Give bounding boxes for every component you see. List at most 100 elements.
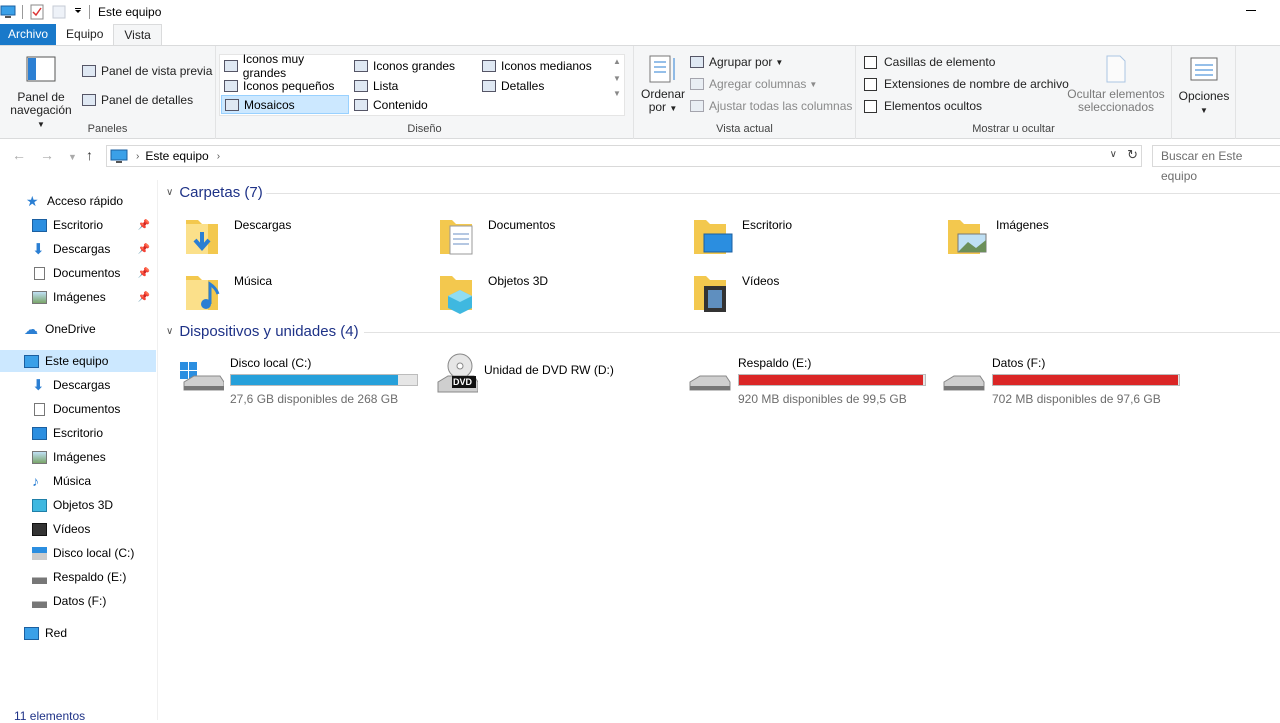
navigation-row: ← → ▼ ↑ › Este equipo › ∨ ↻ Buscar en Es… bbox=[0, 143, 1280, 183]
group-label-paneles: Paneles bbox=[87, 123, 128, 135]
options-label: Opciones bbox=[1178, 89, 1230, 103]
pin-icon[interactable]: 📌 bbox=[138, 268, 150, 279]
recent-locations-chevron-icon[interactable]: ▼ bbox=[68, 152, 77, 162]
drive-tile-e[interactable]: Respaldo (E:) 920 MB disponibles de 99,5… bbox=[688, 352, 940, 406]
folder-tile-documentos[interactable]: Documentos bbox=[438, 214, 690, 266]
hide-selected-button[interactable]: Ocultar elementos seleccionados bbox=[1064, 54, 1168, 114]
nav-respaldo-e[interactable]: Respaldo (E:) bbox=[0, 566, 156, 588]
drive-tile-d[interactable]: DVD Unidad de DVD RW (D:) bbox=[434, 352, 686, 404]
new-folder-icon[interactable] bbox=[51, 4, 67, 20]
tab-equipo[interactable]: Equipo bbox=[56, 24, 113, 45]
details-pane-button[interactable]: Panel de detalles bbox=[82, 93, 193, 107]
nav-disco-c[interactable]: Disco local (C:) bbox=[0, 542, 156, 564]
download-icon: ⬇ bbox=[32, 240, 45, 258]
size-columns-icon bbox=[690, 100, 704, 112]
nav-red[interactable]: Red bbox=[0, 622, 156, 644]
devices-section-header[interactable]: ∨ Dispositivos y unidades (4) bbox=[166, 323, 359, 340]
layout-extra-large-icons[interactable]: Iconos muy grandes bbox=[221, 52, 349, 80]
options-button[interactable]: Opciones ▼ bbox=[1174, 56, 1234, 117]
drive-usage-fill bbox=[231, 375, 398, 385]
section-title: Carpetas (7) bbox=[179, 184, 263, 201]
pin-icon[interactable]: 📌 bbox=[138, 220, 150, 231]
layout-large-icons[interactable]: Iconos grandes bbox=[351, 56, 479, 75]
layout-tiles[interactable]: Mosaicos bbox=[221, 95, 349, 114]
tiles-icon bbox=[225, 98, 239, 111]
nav-objetos-3d[interactable]: Objetos 3D bbox=[0, 494, 156, 516]
cloud-icon: ☁ bbox=[24, 320, 38, 337]
nav-quick-descargas[interactable]: ⬇ Descargas 📌 bbox=[0, 238, 156, 260]
address-dropdown-icon[interactable]: ∨ bbox=[1110, 149, 1117, 160]
collapse-chevron-icon[interactable]: ∨ bbox=[166, 326, 173, 337]
checkbox[interactable] bbox=[864, 55, 877, 69]
folder-tile-videos[interactable]: Vídeos bbox=[692, 270, 944, 322]
cube-icon bbox=[32, 498, 47, 512]
folder-tile-objetos-3d[interactable]: Objetos 3D bbox=[438, 270, 690, 322]
nav-videos[interactable]: Vídeos bbox=[0, 518, 156, 540]
drive-tile-f[interactable]: Datos (F:) 702 MB disponibles de 97,6 GB bbox=[942, 352, 1194, 406]
checkbox[interactable] bbox=[864, 77, 877, 91]
nav-datos-f[interactable]: Datos (F:) bbox=[0, 590, 156, 612]
layout-list[interactable]: Lista bbox=[351, 76, 479, 95]
section-divider bbox=[364, 332, 1280, 333]
add-columns-label: Agregar columnas bbox=[709, 77, 807, 91]
forward-arrow-icon[interactable]: → bbox=[40, 147, 54, 163]
folder-tile-descargas[interactable]: Descargas bbox=[184, 214, 436, 266]
layout-content[interactable]: Contenido bbox=[351, 95, 479, 114]
properties-icon[interactable] bbox=[29, 4, 45, 20]
nav-quick-access[interactable]: ★ Acceso rápido bbox=[0, 190, 156, 212]
breadcrumb[interactable]: Este equipo bbox=[145, 149, 208, 163]
nav-descargas[interactable]: ⬇ Descargas bbox=[0, 374, 156, 396]
drive-usage-bar bbox=[992, 374, 1180, 386]
address-bar[interactable]: › Este equipo › ∨ ↻ bbox=[106, 145, 1142, 167]
details-icon bbox=[482, 79, 496, 92]
nav-quick-documentos[interactable]: Documentos 📌 bbox=[0, 262, 156, 284]
item-checkboxes-toggle[interactable]: Casillas de elemento bbox=[864, 55, 995, 69]
nav-label: Datos (F:) bbox=[53, 594, 107, 608]
extensions-toggle[interactable]: Extensiones de nombre de archivo bbox=[864, 77, 1069, 91]
folders-section-header[interactable]: ∨ Carpetas (7) bbox=[166, 184, 263, 201]
preview-pane-button[interactable]: Panel de vista previa bbox=[82, 64, 212, 78]
star-icon: ★ bbox=[26, 192, 39, 209]
navigation-pane-button[interactable]: Panel de navegación ▼ bbox=[6, 56, 76, 131]
chevron-down-icon[interactable] bbox=[73, 4, 83, 20]
size-all-columns-button[interactable]: Ajustar todas las columnas bbox=[690, 99, 852, 113]
folder-tile-escritorio[interactable]: Escritorio bbox=[692, 214, 944, 266]
minimize-button[interactable] bbox=[1246, 10, 1256, 11]
nav-este-equipo[interactable]: Este equipo bbox=[0, 350, 156, 372]
back-arrow-icon[interactable]: ← bbox=[12, 147, 26, 163]
drive-tile-c[interactable]: Disco local (C:) 27,6 GB disponibles de … bbox=[180, 352, 432, 406]
refresh-icon[interactable]: ↻ bbox=[1127, 147, 1138, 163]
pin-icon[interactable]: 📌 bbox=[138, 292, 150, 303]
pin-icon[interactable]: 📌 bbox=[138, 244, 150, 255]
drive-name: Unidad de DVD RW (D:) bbox=[484, 363, 614, 377]
layout-medium-icons[interactable]: Iconos medianos bbox=[479, 56, 607, 75]
sort-by-button[interactable]: Ordenar por ▼ bbox=[638, 54, 688, 115]
nav-imagenes[interactable]: Imágenes bbox=[0, 446, 156, 468]
breadcrumb-chevron-icon[interactable]: › bbox=[136, 151, 139, 162]
layout-details[interactable]: Detalles bbox=[479, 76, 607, 95]
nav-documentos[interactable]: Documentos bbox=[0, 398, 156, 420]
layout-small-icons[interactable]: Iconos pequeños bbox=[221, 76, 349, 95]
up-arrow-icon[interactable]: ↑ bbox=[86, 147, 93, 163]
hidden-items-toggle[interactable]: Elementos ocultos bbox=[864, 99, 982, 113]
folder-name: Imágenes bbox=[996, 218, 1049, 232]
nav-escritorio[interactable]: Escritorio bbox=[0, 422, 156, 444]
nav-onedrive[interactable]: ☁ OneDrive bbox=[0, 318, 156, 340]
search-input[interactable]: Buscar en Este equipo bbox=[1152, 145, 1280, 183]
size-columns-label: Ajustar todas las columnas bbox=[709, 99, 853, 113]
add-columns-button[interactable]: Agregar columnas ▼ bbox=[690, 77, 817, 91]
nav-musica[interactable]: ♪ Música bbox=[0, 470, 156, 492]
collapse-chevron-icon[interactable]: ∨ bbox=[166, 187, 173, 198]
folder-tile-musica[interactable]: Música bbox=[184, 270, 436, 322]
nav-quick-imagenes[interactable]: Imágenes 📌 bbox=[0, 286, 156, 308]
folder-tile-imagenes[interactable]: Imágenes bbox=[946, 214, 1198, 266]
breadcrumb-chevron-icon[interactable]: › bbox=[217, 151, 220, 162]
tab-vista[interactable]: Vista bbox=[113, 24, 162, 45]
group-label-mostrar: Mostrar u ocultar bbox=[972, 123, 1055, 135]
checkbox[interactable] bbox=[864, 99, 877, 113]
nav-quick-escritorio[interactable]: Escritorio 📌 bbox=[0, 214, 156, 236]
tab-archivo[interactable]: Archivo bbox=[0, 24, 57, 45]
gallery-scroll[interactable]: ▲ ▼ ▼ bbox=[610, 55, 624, 115]
document-icon bbox=[34, 266, 45, 280]
group-by-button[interactable]: Agrupar por ▼ bbox=[690, 55, 783, 69]
